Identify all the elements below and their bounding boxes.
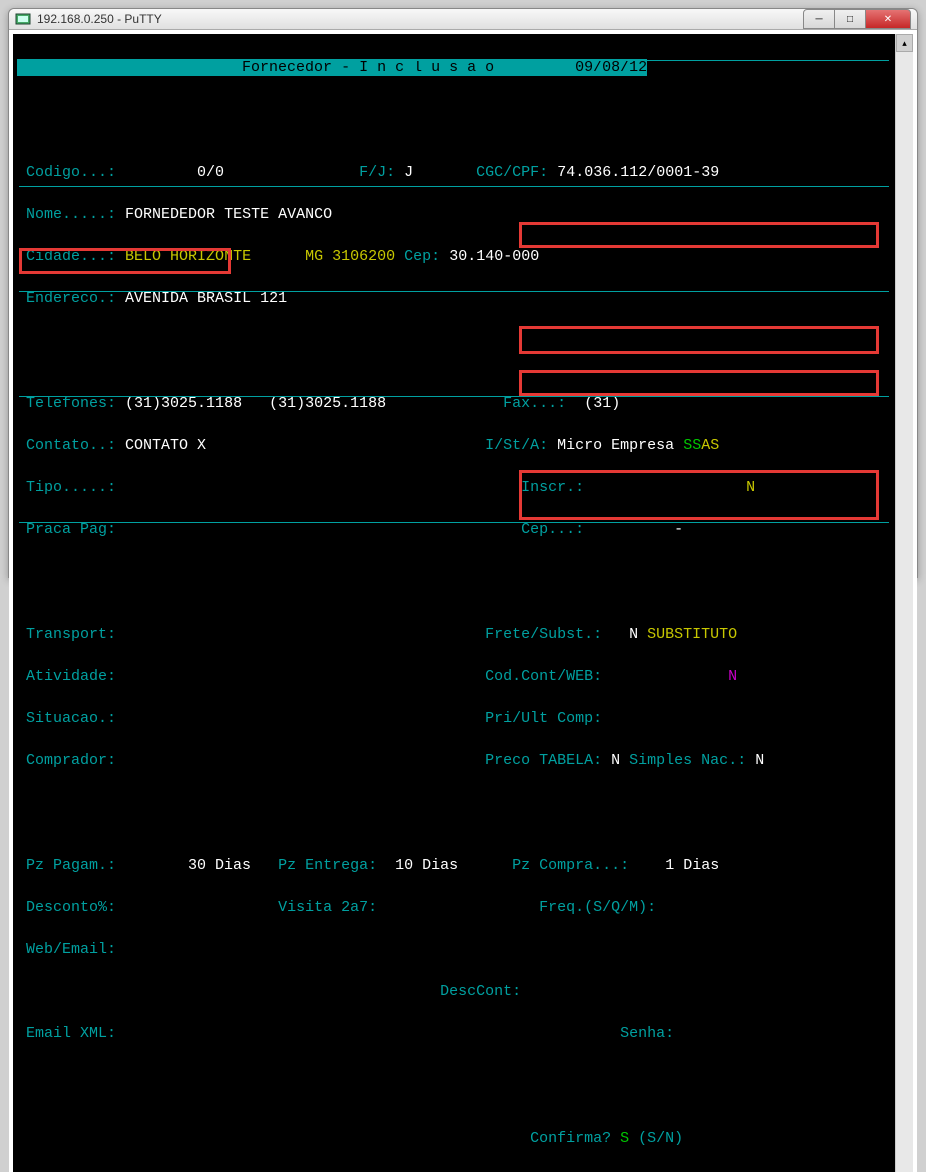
close-button[interactable]: ✕ [865,9,911,29]
nome-value: FORNEDEDOR TESTE AVANCO [125,206,332,223]
scroll-up-button[interactable]: ▴ [896,34,913,52]
vertical-scrollbar[interactable]: ▴ ▾ [895,34,913,1172]
putty-icon [15,11,31,27]
codigo-value: 0/0 [197,164,224,181]
highlight-codcont [519,326,879,354]
maximize-button[interactable]: □ [834,9,866,29]
confirma-value[interactable]: S [620,1130,629,1147]
highlight-ista [519,222,879,248]
window-buttons: ─ □ ✕ [804,9,911,29]
terminal[interactable]: Fornecedor - I n c l u s a o 09/08/12 Co… [13,34,895,1172]
header-bar: Fornecedor - I n c l u s a o 09/08/12 [17,59,647,76]
minimize-button[interactable]: ─ [803,9,835,29]
titlebar[interactable]: 192.168.0.250 - PuTTY ─ □ ✕ [9,9,917,30]
content-area: Fornecedor - I n c l u s a o 09/08/12 Co… [9,30,917,1172]
codigo-label: Codigo...: [26,164,116,181]
window-title: 192.168.0.250 - PuTTY [37,12,804,26]
app-window: 192.168.0.250 - PuTTY ─ □ ✕ Fornecedor -… [8,8,918,578]
